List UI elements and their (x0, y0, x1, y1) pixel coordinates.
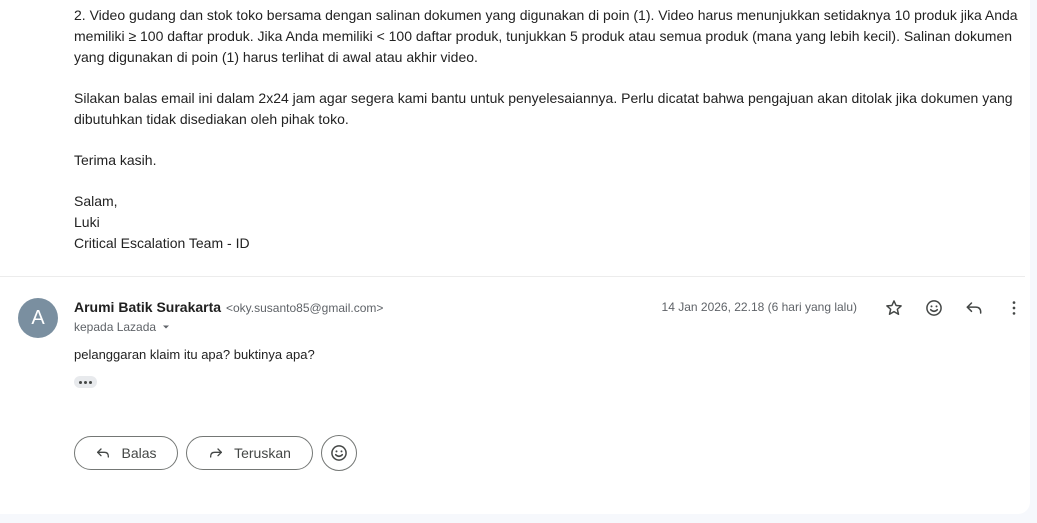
star-icon (886, 300, 902, 315)
message-divider (0, 276, 1025, 277)
forward-action-label: Teruskan (234, 445, 291, 461)
star-button[interactable] (882, 296, 906, 320)
message-body: pelanggaran klaim itu apa? buktinya apa? (74, 347, 315, 362)
dot (89, 380, 92, 384)
email-thread: 2. Video gudang dan stok toko bersama de… (0, 0, 1030, 514)
signature: Salam, Luki Critical Escalation Team - I… (74, 191, 1029, 254)
show-trimmed-content-button[interactable] (74, 376, 97, 388)
paragraph-video: 2. Video gudang dan stok toko bersama de… (74, 7, 1018, 65)
paragraph-reply-deadline: Silakan balas email ini dalam 2x24 jam a… (74, 90, 1013, 127)
recipient-details-toggle[interactable]: kepada Lazada (74, 320, 172, 334)
sender-name[interactable]: Arumi Batik Surakarta (74, 299, 221, 315)
avatar[interactable]: A (18, 298, 58, 338)
emoji-reaction-icon (331, 445, 347, 461)
dot (79, 380, 82, 384)
sender-email: <oky.susanto85@gmail.com> (226, 301, 384, 315)
forward-icon (210, 448, 223, 458)
signature-greeting: Salam, (74, 193, 118, 209)
message-timestamp: 14 Jan 2026, 22.18 (6 hari yang lalu) (661, 300, 857, 314)
reply-action-button[interactable]: Balas (74, 436, 178, 470)
caret-down-icon (163, 325, 170, 329)
emoji-reaction-icon (926, 300, 942, 316)
reply-icon (966, 302, 982, 314)
recipient-label: kepada Lazada (74, 320, 157, 334)
more-vert-icon (1012, 301, 1016, 315)
reply-button[interactable] (962, 296, 986, 320)
reply-icon (97, 448, 110, 458)
add-reaction-button[interactable] (922, 296, 946, 320)
reply-action-label: Balas (121, 445, 157, 461)
dot (84, 380, 87, 384)
signature-name: Luki (74, 214, 100, 230)
thanks-line: Terima kasih. (74, 152, 157, 168)
emoji-reaction-action-button[interactable] (321, 435, 357, 471)
forward-action-button[interactable]: Teruskan (186, 436, 313, 470)
previous-message-body: 2. Video gudang dan stok toko bersama de… (74, 5, 1029, 274)
more-options-button[interactable] (1002, 296, 1026, 320)
signature-team: Critical Escalation Team - ID (74, 235, 250, 251)
